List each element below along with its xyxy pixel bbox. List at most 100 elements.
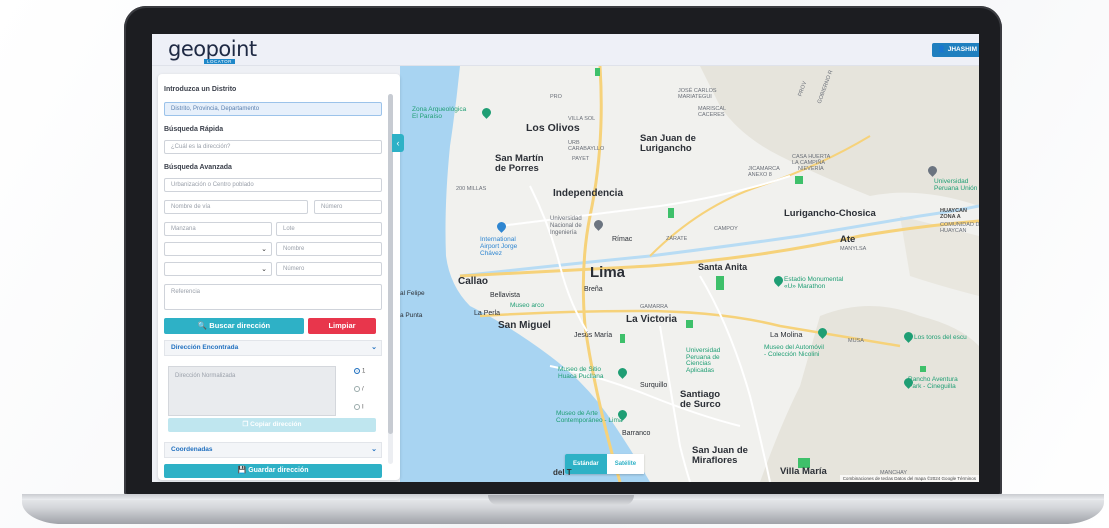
label-la-perla: La Perla — [474, 310, 501, 317]
chevron-down-icon: ⌄ — [261, 246, 267, 253]
normalized-address-box[interactable]: Dirección Normalizada — [168, 366, 336, 416]
label-toros: Los toros del escu — [914, 334, 967, 341]
label-nieveria: NIEVERÍA — [798, 166, 824, 172]
laptop-screen: geopoint LOCATOR 👤 JHASHIM Los Olivos Sa… — [152, 34, 979, 482]
label-museo-arte: Museo de Arte Contemporáneo - Lima — [556, 410, 623, 424]
guardar-button-label: Guardar dirección — [248, 467, 309, 474]
lote-input[interactable]: Lote — [276, 222, 382, 236]
manzana-input[interactable]: Manzana — [164, 222, 272, 236]
radio-option-1[interactable]: 1 — [354, 368, 365, 375]
buscar-button-label: Buscar dirección — [209, 321, 271, 330]
label-estadio: Estadio Monumental «U» Marathon — [784, 276, 844, 290]
radio-on-icon — [354, 368, 360, 374]
found-section-title: Dirección Encontrada — [171, 344, 239, 351]
label-brena: Breña — [584, 286, 603, 293]
google-logo: del T — [553, 468, 572, 477]
via-input[interactable]: Nombre de vía — [164, 200, 308, 214]
nombre-input[interactable]: Nombre — [276, 242, 382, 256]
label-smp: San Martín de Porres — [495, 153, 544, 174]
copiar-button-label: Copiar dirección — [250, 421, 302, 428]
label-casa-huerta: CASA HUERTA LA CAMPIÑA — [792, 154, 831, 166]
label-la-molina: La Molina — [770, 330, 803, 339]
referencia-textarea[interactable]: Referencia — [164, 284, 382, 310]
map-type-switch: Estándar Satélite — [565, 454, 645, 474]
radio-option-3[interactable]: I — [354, 404, 364, 411]
label-sjm: San Juan de Miraflores — [692, 445, 748, 466]
label-gamarra: GAMARRA — [640, 304, 668, 310]
logo-subtitle: LOCATOR — [204, 59, 235, 64]
label-lima: Lima — [590, 264, 626, 281]
label-san-miguel: San Miguel — [498, 320, 551, 331]
radio-label: / — [362, 386, 364, 393]
coordenadas-section-title: Coordenadas — [171, 446, 213, 453]
chevron-down-icon: ⌄ — [261, 266, 267, 273]
label-felipe: al Felipe — [400, 290, 425, 297]
label-santiago: Santiago de Surco — [680, 389, 721, 410]
label-manylsa: MANYLSA — [840, 246, 867, 252]
label-jesus-maria: Jesús María — [574, 332, 613, 339]
park-1 — [595, 68, 600, 76]
label-musa: MUSA — [848, 338, 864, 344]
advanced-search-label: Búsqueda Avanzada — [164, 164, 232, 171]
label-los-olivos: Los Olivos — [526, 122, 580, 134]
park-2 — [668, 208, 674, 218]
quick-search-input[interactable]: ¿Cuál es la dirección? — [164, 140, 382, 154]
buscar-button[interactable]: 🔍 Buscar dirección — [164, 318, 304, 334]
save-icon: 💾 — [237, 467, 247, 474]
label-callao: Callao — [458, 276, 489, 287]
radio-label: I — [362, 404, 364, 411]
radio-option-2[interactable]: / — [354, 386, 364, 393]
label-zona-arq: Zona Arqueológica El Paraíso — [412, 106, 467, 120]
label-payet: PAYET — [572, 156, 590, 162]
quick-search-label: Búsqueda Rápida — [164, 126, 224, 133]
park-5 — [620, 334, 625, 343]
label-pro: PRO — [550, 94, 562, 100]
road-2 — [499, 175, 791, 227]
label-uni: Universidad Nacional de Ingeniería — [550, 216, 582, 236]
limpiar-button[interactable]: Limpiar — [308, 318, 376, 334]
district-input[interactable]: Distrito, Provincia, Departamento — [164, 102, 382, 116]
copy-icon: ❐ — [242, 421, 249, 428]
map-type-satellite[interactable]: Satélite — [606, 454, 645, 474]
radio-label: 1 — [362, 368, 366, 375]
numero2-input[interactable]: Número — [276, 262, 382, 276]
label-rimac: Rímac — [612, 236, 633, 243]
park-4 — [686, 320, 693, 328]
geopoint-logo[interactable]: geopoint — [168, 37, 257, 61]
label-independencia: Independencia — [553, 188, 624, 199]
user-button[interactable]: 👤 JHASHIM — [931, 43, 979, 57]
found-section-header[interactable]: Dirección Encontrada ⌄ — [164, 340, 382, 356]
radio-off-icon — [354, 404, 360, 410]
urbanizacion-input[interactable]: Urbanización o Centro poblado — [164, 178, 382, 192]
tipo-select-1[interactable]: ⌄ — [164, 242, 272, 256]
chevron-left-icon: ‹ — [396, 138, 400, 148]
map-view[interactable]: Los Olivos San Juan de Lurigancho San Ma… — [400, 66, 979, 482]
label-mariscal: MARISCAL CACERES — [698, 106, 727, 118]
guardar-button[interactable]: 💾 Guardar dirección — [164, 464, 382, 478]
label-campoy: CAMPOY — [714, 226, 738, 232]
label-villa-maria: Villa María — [780, 466, 827, 477]
copiar-button[interactable]: ❐ Copiar dirección — [168, 418, 376, 432]
label-ate: Ate — [840, 234, 856, 245]
map-attribution[interactable]: Combinaciones de teclas Datos del mapa ©… — [839, 475, 979, 482]
park-3 — [716, 276, 724, 290]
user-name: JHASHIM — [947, 46, 977, 53]
label-upc: Universidad Peruana de Ciencias Aplicada… — [686, 347, 721, 374]
label-zarate: ZÁRATE — [666, 236, 688, 242]
radio-off-icon — [354, 386, 360, 392]
label-punta: a Punta — [400, 312, 423, 319]
laptop-notch — [488, 495, 634, 505]
collapse-panel-button[interactable]: ‹ — [392, 134, 404, 152]
label-museo-sitio: Museo de Sitio Huaca Pucllana — [558, 366, 604, 380]
search-panel: Introduzca un Distrito Distrito, Provinc… — [158, 74, 400, 480]
user-icon: 👤 — [937, 46, 946, 53]
coordenadas-section-header[interactable]: Coordenadas ⌄ — [164, 442, 382, 458]
district-label: Introduzca un Distrito — [164, 86, 237, 93]
label-museo-auto: Museo del Automóvil - Colección Nicolini — [764, 344, 824, 358]
label-lurigancho: Lurigancho-Chosica — [784, 208, 876, 219]
tipo-select-2[interactable]: ⌄ — [164, 262, 272, 276]
numero-input[interactable]: Número — [314, 200, 382, 214]
label-millas: 200 MILLAS — [456, 186, 487, 192]
label-santa-anita: Santa Anita — [698, 262, 748, 272]
label-sjl: San Juan de Lurigancho — [640, 133, 696, 154]
